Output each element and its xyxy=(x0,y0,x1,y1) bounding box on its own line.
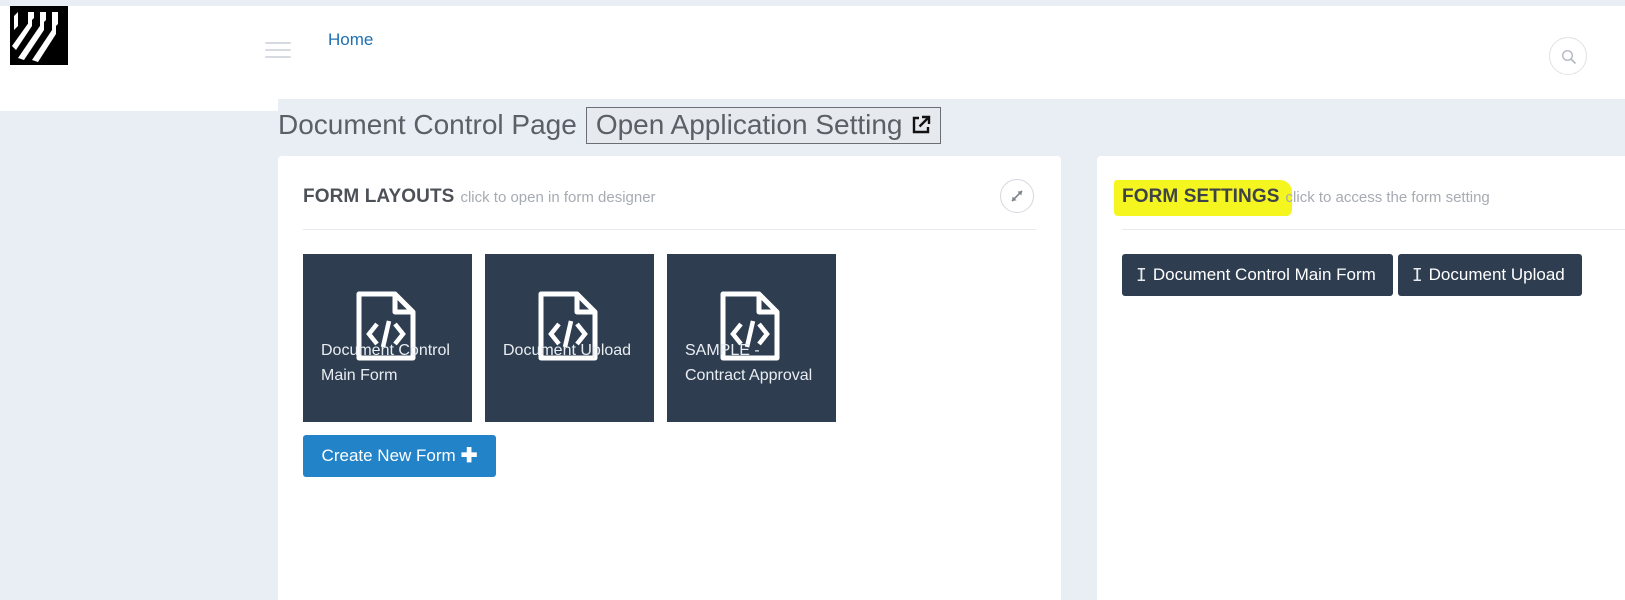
tile-label: Document Control Main Form xyxy=(321,342,450,384)
form-settings-panel: FORM SETTINGS click to access the form s… xyxy=(1097,156,1625,600)
page-title-row: Document Control Page Open Application S… xyxy=(278,105,941,145)
form-layouts-title: FORM LAYOUTS xyxy=(303,186,455,207)
form-tiles: Document Control Main Form Document Uplo… xyxy=(303,254,849,422)
hamburger-line xyxy=(265,56,291,58)
search-button[interactable] xyxy=(1549,37,1587,75)
form-setting-buttons: I Document Control Main Form I Document … xyxy=(1122,254,1587,296)
company-logo[interactable] xyxy=(10,6,68,65)
setting-button-label: Document Upload xyxy=(1428,265,1565,284)
panel-divider xyxy=(303,229,1036,230)
tile-label: Document Upload xyxy=(503,342,632,359)
form-tile-document-control-main-form[interactable]: Document Control Main Form xyxy=(303,254,472,422)
search-icon xyxy=(1561,49,1577,65)
text-cursor-icon: I xyxy=(1411,264,1423,286)
tile-label: SAMPLE - Contract Approval xyxy=(685,342,813,384)
setting-button-label: Document Control Main Form xyxy=(1152,265,1376,284)
hamburger-line xyxy=(265,49,291,51)
external-link-icon xyxy=(912,115,930,133)
expand-icon xyxy=(1011,190,1023,202)
panel-divider xyxy=(1122,229,1625,230)
hamburger-line xyxy=(265,42,291,44)
expand-button[interactable] xyxy=(1000,179,1034,213)
nav-home-link[interactable]: Home xyxy=(328,30,373,50)
setting-button-document-control-main-form[interactable]: I Document Control Main Form xyxy=(1122,254,1393,296)
form-tile-document-upload[interactable]: Document Upload xyxy=(485,254,654,422)
form-settings-heading: FORM SETTINGS click to access the form s… xyxy=(1122,186,1490,208)
setting-button-document-upload[interactable]: I Document Upload xyxy=(1397,254,1582,296)
app-header: Home xyxy=(0,6,1625,99)
form-settings-title: FORM SETTINGS xyxy=(1122,186,1280,207)
plus-icon: ✚ xyxy=(460,444,478,467)
open-application-setting-button[interactable]: Open Application Setting xyxy=(585,106,941,144)
form-settings-subtitle: click to access the form setting xyxy=(1285,189,1490,206)
hamburger-icon[interactable] xyxy=(265,42,291,62)
form-layouts-panel: FORM LAYOUTS click to open in form desig… xyxy=(278,156,1061,600)
form-tile-sample-contract-approval[interactable]: SAMPLE - Contract Approval xyxy=(667,254,836,422)
page-title: Document Control Page xyxy=(278,109,577,140)
open-setting-label: Open Application Setting xyxy=(595,108,903,140)
sidebar-strip xyxy=(0,99,278,111)
form-layouts-subtitle: click to open in form designer xyxy=(460,189,656,206)
create-new-form-button[interactable]: Create New Form ✚ xyxy=(303,435,496,477)
form-layouts-heading: FORM LAYOUTS click to open in form desig… xyxy=(303,186,656,208)
create-new-form-label: Create New Form xyxy=(321,446,456,465)
text-cursor-icon: I xyxy=(1136,264,1147,286)
